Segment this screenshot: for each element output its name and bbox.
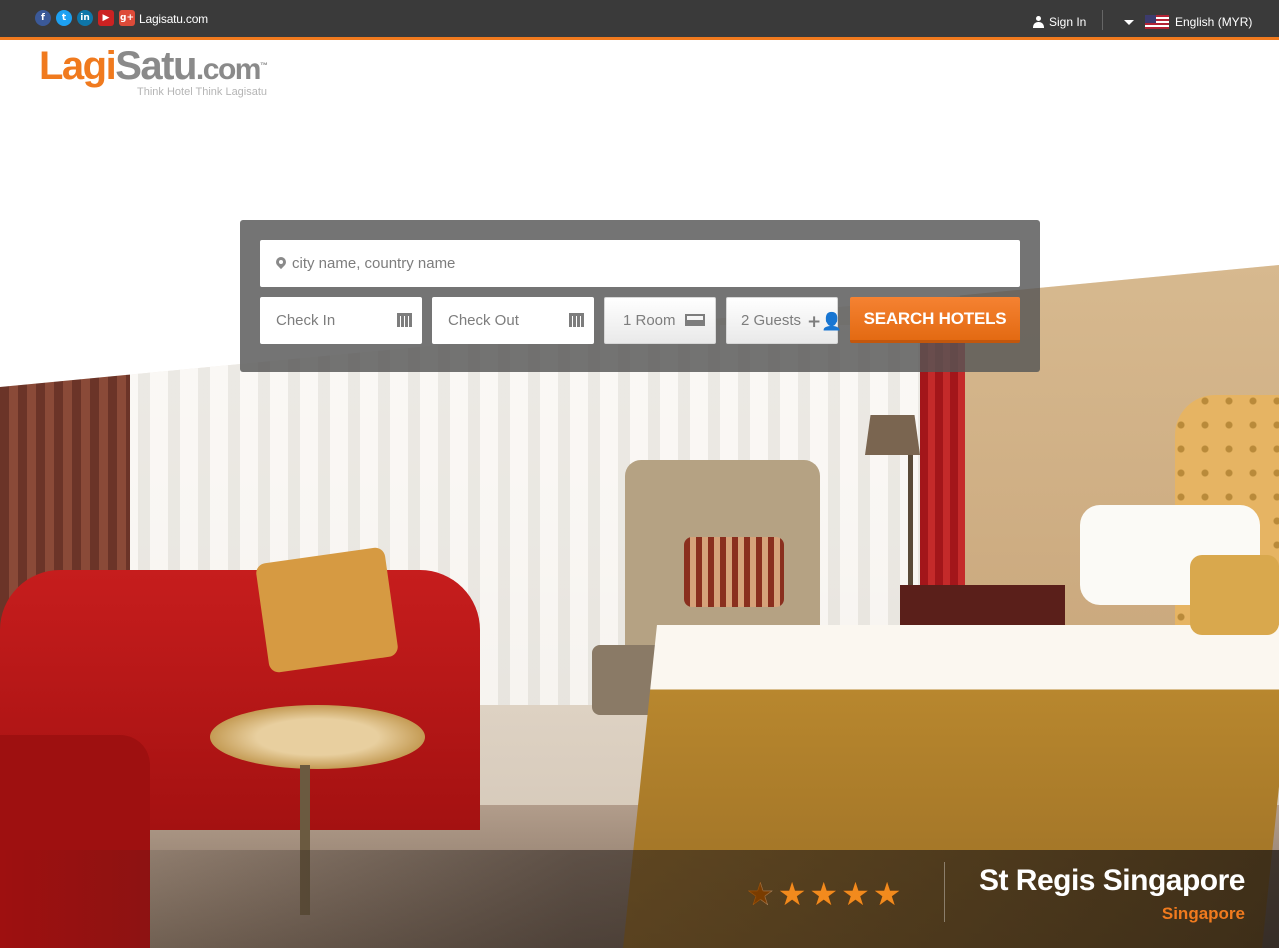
calendar-icon[interactable] bbox=[397, 313, 412, 327]
check-in-field[interactable] bbox=[260, 297, 422, 344]
star-rating: ★ ★ ★ ★ ★ bbox=[746, 876, 901, 912]
star-icon: ★ bbox=[809, 875, 839, 913]
star-half-icon: ★ bbox=[746, 875, 775, 913]
destination-field[interactable] bbox=[260, 240, 1020, 287]
google-plus-icon[interactable]: g+ bbox=[119, 10, 135, 26]
featured-hotel-name[interactable]: St Regis Singapore bbox=[979, 864, 1246, 898]
search-hotels-button[interactable]: SEARCH HOTELS bbox=[850, 297, 1020, 343]
star-icon: ★ bbox=[841, 875, 870, 913]
site-logo[interactable]: LagiSatu.com™ Think Hotel Think Lagisatu bbox=[39, 44, 279, 102]
guests-select[interactable]: 2 Guests +👤 bbox=[726, 297, 843, 344]
add-person-icon: +👤 bbox=[807, 312, 843, 332]
sign-in-link[interactable]: Sign In bbox=[1033, 15, 1086, 29]
check-out-input[interactable] bbox=[446, 311, 560, 330]
facebook-icon[interactable]: f bbox=[35, 10, 51, 26]
rooms-select[interactable]: 1 Room bbox=[604, 297, 716, 344]
caption-divider bbox=[944, 862, 945, 922]
linkedin-icon[interactable]: in bbox=[77, 10, 93, 26]
rooms-value: 1 Room bbox=[623, 312, 676, 329]
user-icon bbox=[1033, 16, 1044, 28]
logo-tagline: Think Hotel Think Lagisatu bbox=[137, 86, 268, 98]
destination-input[interactable] bbox=[290, 254, 994, 273]
logo-text-satu: Satu bbox=[115, 44, 197, 88]
social-links: f t in ▶ g+ bbox=[35, 10, 135, 26]
caret-down-icon bbox=[1124, 19, 1134, 25]
logo-tm: ™ bbox=[259, 61, 268, 70]
twitter-icon[interactable]: t bbox=[56, 10, 72, 26]
search-panel: 1 Room 2 Guests +👤 SEARCH HOTELS bbox=[240, 220, 1040, 372]
site-link[interactable]: Lagisatu.com bbox=[139, 12, 208, 26]
check-out-field[interactable] bbox=[432, 297, 594, 344]
guests-value: 2 Guests bbox=[741, 312, 802, 329]
top-bar: f t in ▶ g+ Lagisatu.com Sign In English… bbox=[0, 0, 1279, 40]
language-label: English (MYR) bbox=[1175, 15, 1253, 29]
sign-in-label: Sign In bbox=[1049, 15, 1087, 29]
logo-text-com: .com bbox=[195, 53, 262, 86]
calendar-icon[interactable] bbox=[569, 313, 584, 327]
star-icon: ★ bbox=[777, 875, 807, 913]
topbar-divider bbox=[1102, 10, 1103, 30]
star-icon: ★ bbox=[872, 875, 902, 913]
youtube-icon[interactable]: ▶ bbox=[98, 10, 114, 26]
check-in-input[interactable] bbox=[274, 311, 388, 330]
map-pin-icon bbox=[276, 257, 286, 271]
logo-text-lagi: Lagi bbox=[39, 44, 117, 88]
featured-hotel-city: Singapore bbox=[1161, 904, 1245, 923]
bed-icon bbox=[685, 314, 705, 328]
language-selector[interactable]: English (MYR) bbox=[1124, 15, 1252, 29]
us-flag-icon bbox=[1145, 15, 1169, 29]
